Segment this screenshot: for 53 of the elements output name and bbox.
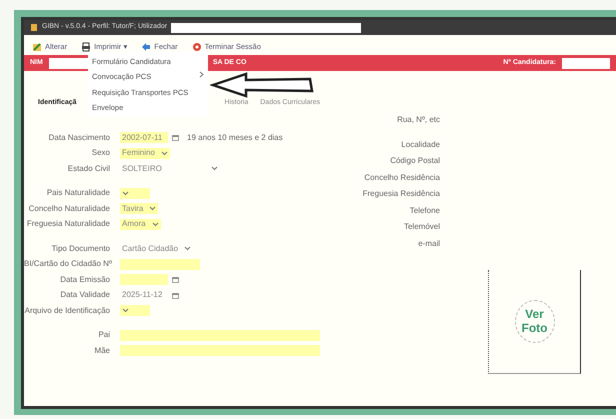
- input-field[interactable]: [120, 345, 320, 356]
- field-label: Freguesia Residência: [362, 188, 441, 200]
- chevron-icon: [211, 166, 218, 171]
- field-label: Data Nascimento: [48, 132, 111, 144]
- field-label: Data Emissão: [59, 274, 111, 286]
- date-field[interactable]: 2002-07-11: [120, 132, 168, 143]
- dropdown[interactable]: Amora: [120, 218, 161, 230]
- input-field[interactable]: [120, 330, 320, 340]
- field-label: Data Validade: [59, 289, 111, 301]
- field-label: Rua, Nº, etc: [396, 114, 441, 126]
- pencil-icon: [32, 42, 42, 52]
- field-label: Código Postal: [389, 155, 441, 167]
- calendar-icon[interactable]: [172, 134, 179, 141]
- printer-icon: [81, 42, 92, 52]
- chevron-icon: [122, 308, 129, 313]
- dropdown[interactable]: SOLTEIRO: [120, 163, 220, 174]
- submenu-caret-icon: [199, 71, 204, 78]
- chevron-icon: [122, 190, 129, 196]
- field-label: Estado Civil: [66, 162, 111, 174]
- field-label: BI/Cartão do Cidadão Nº: [24, 258, 113, 270]
- calendar-icon[interactable]: [172, 276, 179, 283]
- input-field[interactable]: [120, 258, 200, 270]
- calendar-icon[interactable]: [172, 292, 179, 298]
- field-label: Telefone: [408, 204, 441, 216]
- field-label: Tipo Documento: [50, 242, 111, 254]
- field-label: Sexo: [90, 147, 111, 159]
- chevron-icon: [152, 222, 159, 226]
- field-label: Concelho Residência: [363, 172, 441, 184]
- dropdown[interactable]: [120, 188, 150, 198]
- chevron-icon: [184, 246, 192, 251]
- field-label: Concelho Naturalidade: [28, 202, 111, 214]
- view-photo-link[interactable]: Ver Foto: [514, 300, 554, 343]
- candidatura-field[interactable]: [562, 58, 610, 69]
- field-label: Freguesia Naturalidade: [26, 218, 111, 230]
- dropdown[interactable]: Feminino: [120, 148, 170, 158]
- chevron-icon: [149, 206, 156, 211]
- field-label: Localidade: [400, 138, 441, 150]
- date-field[interactable]: [120, 274, 168, 285]
- chevron-icon: [160, 150, 168, 156]
- field-label: Telemóvel: [402, 221, 441, 233]
- nim-field[interactable]: [48, 58, 89, 69]
- field-label: e-mail: [417, 238, 441, 250]
- field-label: Pai: [97, 329, 111, 341]
- back-arrow-icon: [141, 42, 152, 52]
- field-label: Mãe: [93, 344, 111, 356]
- dropdown[interactable]: [120, 305, 150, 316]
- app-icon: [30, 23, 38, 32]
- field-label: Arquivo de Identificação: [24, 304, 111, 316]
- dropdown[interactable]: Cartão Cidadão: [120, 243, 194, 254]
- date-field[interactable]: 2025-11-12: [120, 290, 168, 300]
- field-label: Pais Naturalidade: [46, 187, 111, 199]
- age-text: 19 anos 10 meses e 2 dias: [187, 132, 283, 144]
- dropdown[interactable]: Tavira: [120, 203, 158, 214]
